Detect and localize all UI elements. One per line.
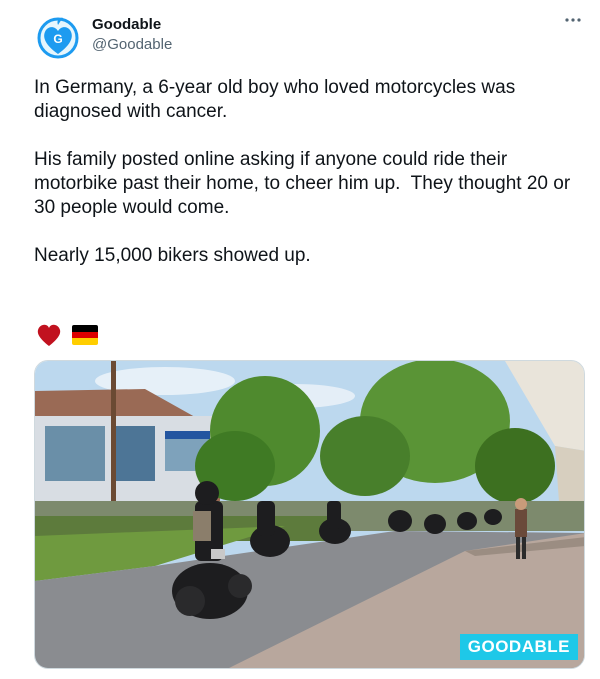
tweet-paragraph: His family posted online asking if anyon… <box>34 149 576 218</box>
bikers-parade-photo <box>35 361 584 668</box>
tweet-paragraph: Nearly 15,000 bikers showed up. <box>34 245 311 266</box>
goodable-watermark: GOODABLE <box>459 634 578 660</box>
tweet-paragraph: In Germany, a 6-year old boy who loved m… <box>34 77 521 122</box>
svg-text:G: G <box>53 32 62 46</box>
emoji-row <box>36 322 98 348</box>
more-options-button[interactable] <box>562 10 588 30</box>
more-horizontal-icon <box>565 18 581 22</box>
author-avatar[interactable]: G <box>34 12 82 60</box>
tweet-video[interactable]: GOODABLE <box>34 360 585 669</box>
germany-flag-icon <box>72 325 98 345</box>
tweet-text: In Germany, a 6-year old boy who loved m… <box>34 76 582 292</box>
red-heart-icon <box>37 324 61 346</box>
author-handle[interactable]: @Goodable <box>92 36 172 53</box>
author-name[interactable]: Goodable <box>92 16 161 33</box>
tweet-card: G Goodable @Goodable In Germany, a 6-yea… <box>0 0 600 679</box>
goodable-logo-icon: G <box>37 17 79 59</box>
